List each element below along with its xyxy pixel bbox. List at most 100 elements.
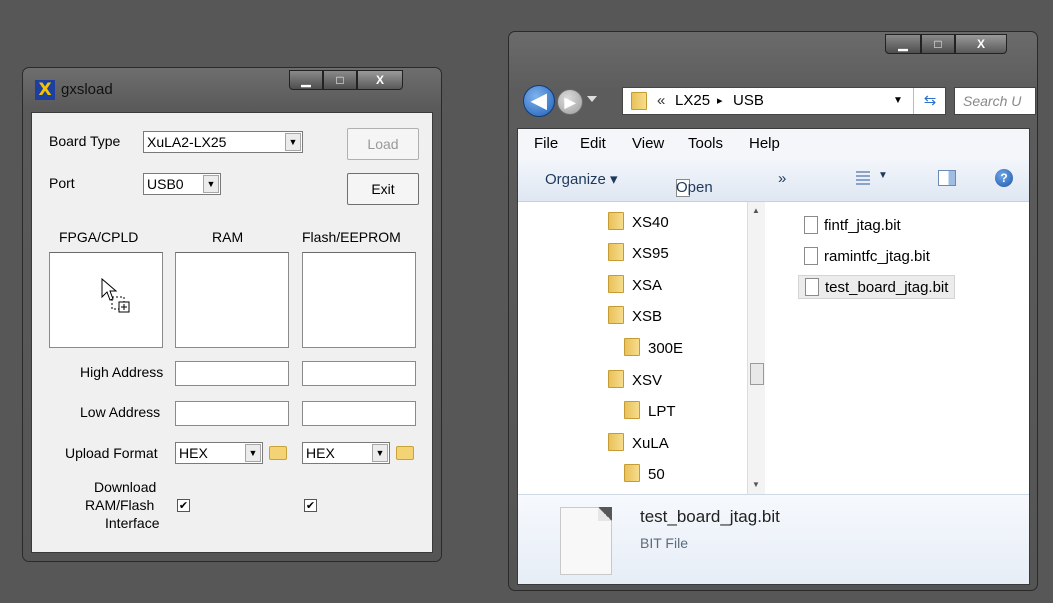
menu-help[interactable]: Help <box>749 135 780 152</box>
chevron-down-icon[interactable]: ▼ <box>878 170 888 181</box>
ram-high-address-input[interactable] <box>175 361 289 386</box>
recent-pages-chevron-icon[interactable] <box>587 96 597 102</box>
tree-item-label: XSV <box>632 372 663 389</box>
chevron-down-icon[interactable]: ▼ <box>893 88 903 114</box>
close-button[interactable]: X <box>955 34 1007 54</box>
chevron-down-icon[interactable]: ▼ <box>285 133 301 151</box>
more-commands-button[interactable]: » <box>778 170 786 187</box>
tree-item-xsv[interactable]: XSV <box>608 370 662 389</box>
menu-file[interactable]: File <box>534 135 558 152</box>
gxsload-window: X gxsload ▁ □ X Board Type XuLA2-LX25 ▼ … <box>22 67 442 562</box>
navigation-tree: XS40 XS95 XSA XSB 300E XSV LPT XuLA 50 <box>518 202 765 494</box>
tree-item-label: 50 <box>648 466 665 483</box>
close-button[interactable]: X <box>357 70 403 90</box>
flash-upload-format-select[interactable]: HEX ▼ <box>302 442 390 464</box>
open-label: Open <box>676 179 713 196</box>
scrollbar-thumb[interactable] <box>750 363 764 385</box>
minimize-button[interactable]: ▁ <box>289 70 323 90</box>
ram-drop-area[interactable] <box>175 252 289 348</box>
back-arrow-icon[interactable]: ◀ <box>523 85 555 117</box>
breadcrumb-lx25[interactable]: LX25 <box>675 88 710 114</box>
file-icon <box>560 507 612 575</box>
caption-buttons: ▁ □ X <box>289 70 403 92</box>
exit-button[interactable]: Exit <box>347 173 419 205</box>
ram-column-header: RAM <box>212 229 244 245</box>
file-icon <box>805 278 819 296</box>
view-options-icon[interactable] <box>856 171 870 185</box>
search-input[interactable]: Search U <box>954 87 1036 115</box>
breadcrumb-separator: ▸ <box>717 95 723 107</box>
explorer-window: ▁ □ X ◀ ▶ « LX25 ▸ USB ▼ ⇆ Search U File… <box>508 31 1038 591</box>
chevron-down-icon[interactable]: ▼ <box>372 444 388 462</box>
fpga-drop-area[interactable] <box>49 252 163 348</box>
load-button[interactable]: Load <box>347 128 419 160</box>
port-value: USB0 <box>147 176 184 192</box>
flash-drop-area[interactable] <box>302 252 416 348</box>
folder-icon <box>608 306 624 324</box>
board-type-value: XuLA2-LX25 <box>147 134 227 150</box>
file-icon <box>804 216 818 234</box>
file-icon <box>804 247 818 265</box>
folder-icon <box>608 243 624 261</box>
flash-high-address-input[interactable] <box>302 361 416 386</box>
tree-item-xula[interactable]: XuLA <box>608 433 669 452</box>
tree-item-xs40[interactable]: XS40 <box>608 212 669 231</box>
folder-icon[interactable] <box>269 446 287 460</box>
port-select[interactable]: USB0 ▼ <box>143 173 221 195</box>
help-icon[interactable]: ? <box>995 169 1013 187</box>
folder-icon <box>608 370 624 388</box>
folder-icon[interactable] <box>396 446 414 460</box>
menu-edit[interactable]: Edit <box>580 135 606 152</box>
menu-tools[interactable]: Tools <box>688 135 723 152</box>
tree-item-label: XS40 <box>632 214 669 231</box>
breadcrumb-usb[interactable]: USB <box>733 88 764 114</box>
chevron-down-icon[interactable]: ▼ <box>245 444 261 462</box>
address-bar[interactable]: « LX25 ▸ USB ▼ ⇆ <box>622 87 946 115</box>
download-label-line-2: RAM/Flash <box>85 497 155 513</box>
explorer-content: File Edit View Tools Help Organize ▾ Ope… <box>517 128 1030 585</box>
preview-pane-icon[interactable] <box>938 170 956 186</box>
menu-view[interactable]: View <box>632 135 664 152</box>
breadcrumb-overflow[interactable]: « <box>657 88 665 114</box>
flash-low-address-input[interactable] <box>302 401 416 426</box>
flash-download-checkbox[interactable]: ✔ <box>304 499 317 512</box>
tree-item-xs95[interactable]: XS95 <box>608 243 669 262</box>
folder-icon <box>608 212 624 230</box>
tree-item-label: XuLA <box>632 435 669 452</box>
details-pane: test_board_jtag.bit BIT File <box>518 494 1029 584</box>
tree-item-300e[interactable]: 300E <box>624 338 683 357</box>
folder-icon <box>608 275 624 293</box>
ram-download-checkbox[interactable]: ✔ <box>177 499 190 512</box>
tree-item-50[interactable]: 50 <box>624 464 665 483</box>
file-item[interactable]: ramintfc_jtag.bit <box>804 247 930 265</box>
command-bar: Organize ▾ Open » ▼ ? <box>518 159 1029 202</box>
board-type-select[interactable]: XuLA2-LX25 ▼ <box>143 131 303 153</box>
ram-low-address-input[interactable] <box>175 401 289 426</box>
maximize-button[interactable]: □ <box>323 70 357 90</box>
tree-scrollbar[interactable]: ▲ ▼ <box>747 202 765 494</box>
minimize-button[interactable]: ▁ <box>885 34 921 54</box>
details-file-name: test_board_jtag.bit <box>640 507 780 526</box>
page-fold-icon <box>598 507 612 521</box>
tree-item-label: XSB <box>632 308 663 325</box>
scroll-up-icon[interactable]: ▲ <box>752 206 760 215</box>
file-item[interactable]: fintf_jtag.bit <box>804 216 901 234</box>
scroll-down-icon[interactable]: ▼ <box>752 480 760 489</box>
tree-item-xsb[interactable]: XSB <box>608 306 662 325</box>
folder-icon <box>631 92 647 110</box>
organize-button[interactable]: Organize ▾ <box>545 170 618 188</box>
ram-upload-format-select[interactable]: HEX ▼ <box>175 442 263 464</box>
window-title: gxsload <box>61 81 113 98</box>
forward-arrow-icon[interactable]: ▶ <box>557 89 583 115</box>
file-item-selected[interactable]: test_board_jtag.bit <box>798 275 956 299</box>
tree-item-lpt[interactable]: LPT <box>624 401 676 420</box>
download-label-line-3: Interface <box>105 515 160 531</box>
tree-item-label: XSA <box>632 277 663 294</box>
chevron-down-icon[interactable]: ▼ <box>203 175 219 193</box>
upload-format-label: Upload Format <box>65 445 158 461</box>
maximize-button[interactable]: □ <box>921 34 955 54</box>
tree-item-xsa[interactable]: XSA <box>608 275 662 294</box>
flash-upload-format-value: HEX <box>306 445 335 461</box>
refresh-icon[interactable]: ⇆ <box>913 88 946 114</box>
folder-icon <box>624 338 640 356</box>
